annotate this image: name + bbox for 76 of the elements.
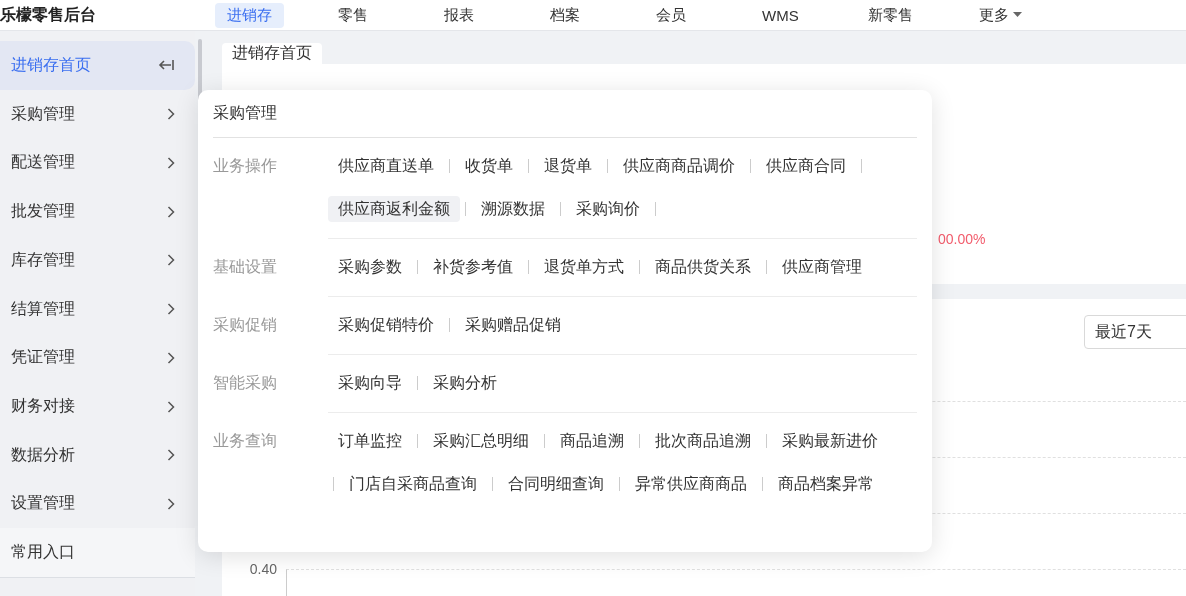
menu-link[interactable]: 订单监控	[328, 428, 412, 454]
menu-link[interactable]: 溯源数据	[471, 196, 555, 222]
nav-tab[interactable]: 会员	[644, 2, 708, 28]
menu-link[interactable]: 供应商管理	[772, 254, 872, 280]
sidebar-item[interactable]: 设置管理	[0, 479, 195, 529]
percent-value: 00.00%	[938, 231, 986, 247]
menu-link[interactable]: 批次商品追溯	[645, 428, 761, 454]
sidebar-item[interactable]: 采购管理	[0, 89, 195, 139]
section-label: 采购促销	[213, 314, 278, 335]
menu-link[interactable]: 采购参数	[328, 254, 412, 280]
page-tab[interactable]: 进销存首页	[222, 43, 322, 64]
sidebar-item[interactable]: 进销存首页	[0, 41, 195, 90]
section-label: 业务查询	[213, 430, 278, 451]
chevron-right-icon	[167, 497, 175, 510]
sidebar-item[interactable]: 财务对接	[0, 382, 195, 431]
nav-tab[interactable]: 报表	[432, 2, 496, 28]
menu-link[interactable]: 采购汇总明细	[423, 428, 539, 454]
collapse-icon[interactable]	[157, 58, 175, 73]
nav-tab[interactable]: 零售	[326, 2, 390, 28]
menu-link[interactable]: 采购促销特价	[328, 312, 444, 338]
menu-link[interactable]: 合同明细查询	[498, 471, 614, 497]
menu-link[interactable]: 采购最新进价	[772, 428, 888, 454]
chevron-right-icon	[167, 351, 175, 364]
menu-link[interactable]: 商品供货关系	[645, 254, 761, 280]
menu-link[interactable]: 收货单	[455, 153, 523, 179]
sidebar-item-label: 设置管理	[11, 493, 75, 514]
chevron-right-icon	[167, 400, 175, 413]
menu-link[interactable]: 商品档案异常	[768, 471, 884, 497]
app-logo: 乐檬零售后台	[0, 4, 97, 25]
menu-link[interactable]: 采购向导	[328, 370, 412, 396]
sidebar-item[interactable]: 结算管理	[0, 284, 195, 334]
chevron-right-icon	[167, 205, 175, 218]
menu-link[interactable]: 异常供应商商品	[625, 471, 757, 497]
nav-tab[interactable]: 新零售	[856, 2, 925, 28]
nav-tab[interactable]: 更多	[967, 2, 1034, 28]
date-range-select[interactable]: 最近7天	[1084, 315, 1186, 349]
section-label: 基础设置	[213, 256, 278, 277]
sidebar-item[interactable]: 库存管理	[0, 235, 195, 285]
sidebar-item[interactable]: 批发管理	[0, 187, 195, 236]
menu-link[interactable]: 采购赠品促销	[455, 312, 571, 338]
sidebar-item[interactable]: 配送管理	[0, 138, 195, 188]
nav-tab[interactable]: WMS	[750, 3, 814, 27]
flyout-title: 采购管理	[213, 90, 917, 138]
sidebar-footer-item[interactable]: 常用入口	[0, 528, 195, 579]
menu-link[interactable]: 供应商商品调价	[613, 153, 745, 179]
chevron-right-icon	[167, 449, 175, 462]
chevron-right-icon	[167, 108, 175, 121]
menu-link[interactable]: 采购分析	[423, 370, 507, 396]
nav-tab[interactable]: 进销存	[215, 2, 284, 28]
section-label: 智能采购	[213, 372, 278, 393]
menu-link[interactable]: 商品追溯	[550, 428, 634, 454]
sidebar-item-label: 凭证管理	[11, 347, 75, 368]
sidebar-item[interactable]: 凭证管理	[0, 333, 195, 383]
sidebar-item-label: 库存管理	[11, 249, 75, 270]
section-label: 业务操作	[213, 155, 278, 176]
nav-tab[interactable]: 档案	[538, 2, 602, 28]
sidebar-item-label: 批发管理	[11, 201, 75, 222]
sidebar-item-label: 进销存首页	[11, 54, 91, 75]
chevron-right-icon	[167, 303, 175, 316]
menu-link[interactable]: 供应商合同	[756, 153, 856, 179]
menu-link[interactable]: 补货参考值	[423, 254, 523, 280]
menu-link[interactable]: 退货单	[534, 153, 602, 179]
menu-link[interactable]: 供应商返利金额	[328, 196, 460, 222]
menu-link[interactable]: 门店自采商品查询	[339, 471, 487, 497]
sidebar-item-label: 结算管理	[11, 298, 75, 319]
sidebar-item[interactable]: 数据分析	[0, 430, 195, 480]
sidebar-item-label: 配送管理	[11, 152, 75, 173]
menu-link[interactable]: 采购询价	[566, 196, 650, 222]
sidebar-item-label: 采购管理	[11, 103, 75, 124]
sidebar-item-label: 财务对接	[11, 396, 75, 416]
chevron-right-icon	[167, 254, 175, 267]
menu-link[interactable]: 退货单方式	[534, 254, 634, 280]
chevron-right-icon	[167, 156, 175, 169]
axis-label: 0.40	[248, 561, 278, 577]
menu-link[interactable]: 供应商直送单	[328, 153, 444, 179]
sidebar-item-label: 数据分析	[11, 444, 75, 465]
